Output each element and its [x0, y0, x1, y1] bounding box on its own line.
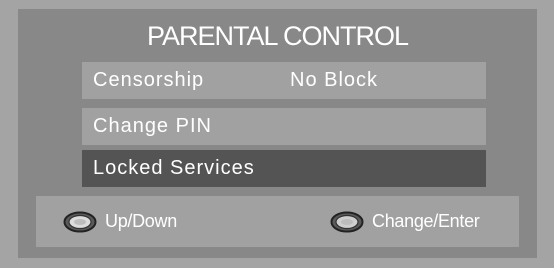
parental-control-screen: PARENTAL CONTROL Censorship No Block Chan…	[0, 0, 554, 268]
hint-label: Up/Down	[105, 211, 177, 231]
up-down-button-icon	[63, 211, 97, 233]
menu-item-label: Locked Services	[93, 157, 255, 179]
hint-change-enter: Change/Enter	[330, 196, 480, 247]
menu-item-label: Change PIN	[93, 115, 212, 137]
menu-item-label: Censorship	[93, 69, 205, 91]
hint-up-down: Up/Down	[63, 196, 177, 247]
menu-item-change-pin[interactable]: Change PIN	[82, 108, 486, 145]
key-hint-bar: Up/Down Change/Enter	[36, 196, 519, 247]
page-title: PARENTAL CONTROL	[146, 21, 409, 51]
parental-control-panel: PARENTAL CONTROL Censorship No Block Chan…	[18, 9, 537, 258]
censorship-value: No Block	[290, 69, 379, 91]
hint-label: Change/Enter	[372, 211, 480, 231]
menu-item-locked-services[interactable]: Locked Services	[82, 150, 486, 187]
ok-button-icon	[330, 211, 364, 233]
menu-item-censorship[interactable]: Censorship No Block	[82, 62, 486, 99]
